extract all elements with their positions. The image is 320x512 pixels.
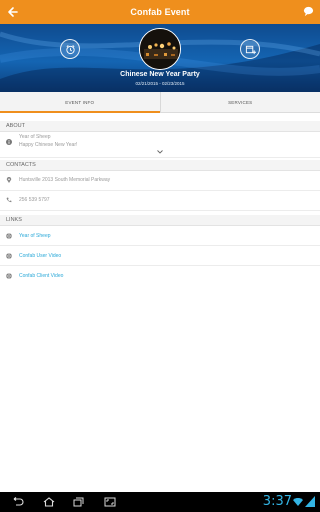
nav-home-icon[interactable] xyxy=(42,497,56,507)
link-row[interactable]: Confab Client Video xyxy=(0,266,320,286)
link-user-video[interactable]: Confab User Video xyxy=(19,253,61,259)
contacts-header: CONTACTS xyxy=(0,160,320,171)
links-header: LINKS xyxy=(0,215,320,226)
event-hero: Chinese New Year Party 02/21/2015 - 02/2… xyxy=(0,24,320,92)
event-photo xyxy=(140,29,180,69)
info-icon xyxy=(6,139,12,145)
event-avatar xyxy=(139,28,181,70)
phone-row[interactable]: 256 539 5797 xyxy=(0,191,320,211)
page-title: Confab Event xyxy=(130,7,190,17)
calendar-add-icon xyxy=(245,45,256,54)
wifi-icon xyxy=(293,498,303,506)
tab-event-info[interactable]: EVENT INFO xyxy=(0,92,160,113)
about-description: Happy Chinese New Year! xyxy=(19,142,78,148)
alarm-clock-icon xyxy=(65,44,75,54)
system-nav-bar: 3:37 xyxy=(0,492,320,512)
back-arrow-icon[interactable] xyxy=(6,3,22,21)
nav-recents-icon[interactable] xyxy=(72,497,86,507)
chevron-down-icon[interactable] xyxy=(157,150,163,154)
nav-back-icon[interactable] xyxy=(10,497,24,507)
signal-icon xyxy=(305,496,315,507)
about-header: ABOUT xyxy=(0,121,320,132)
link-year-of-sheep[interactable]: Year of Sheep xyxy=(19,233,51,239)
link-row[interactable]: Confab User Video xyxy=(0,246,320,266)
chat-bubble-icon[interactable] xyxy=(303,6,314,17)
about-row[interactable]: Year of Sheep Happy Chinese New Year! xyxy=(0,132,320,158)
link-row[interactable]: Year of Sheep xyxy=(0,226,320,246)
contact-phone: 256 539 5797 xyxy=(19,197,50,203)
location-pin-icon xyxy=(6,177,12,183)
address-row[interactable]: Huntsville 2013 South Memorial Parkway xyxy=(0,171,320,191)
app-bar: Confab Event xyxy=(0,0,320,24)
globe-icon xyxy=(6,233,12,239)
alarm-button[interactable] xyxy=(60,39,80,59)
event-name: Chinese New Year Party xyxy=(120,71,200,78)
screenshot-icon[interactable] xyxy=(104,497,116,507)
about-title: Year of Sheep xyxy=(19,134,51,140)
contact-address: Huntsville 2013 South Memorial Parkway xyxy=(19,177,111,183)
globe-icon xyxy=(6,253,12,259)
status-clock: 3:37 xyxy=(262,494,292,509)
tab-bar: EVENT INFO SERVICES xyxy=(0,92,320,113)
phone-icon xyxy=(6,197,12,203)
tab-services[interactable]: SERVICES xyxy=(159,92,320,112)
event-dates: 02/21/2015 - 02/23/2015 xyxy=(135,81,185,86)
globe-icon xyxy=(6,273,12,279)
link-client-video[interactable]: Confab Client Video xyxy=(19,273,63,279)
add-to-calendar-button[interactable] xyxy=(240,39,260,59)
